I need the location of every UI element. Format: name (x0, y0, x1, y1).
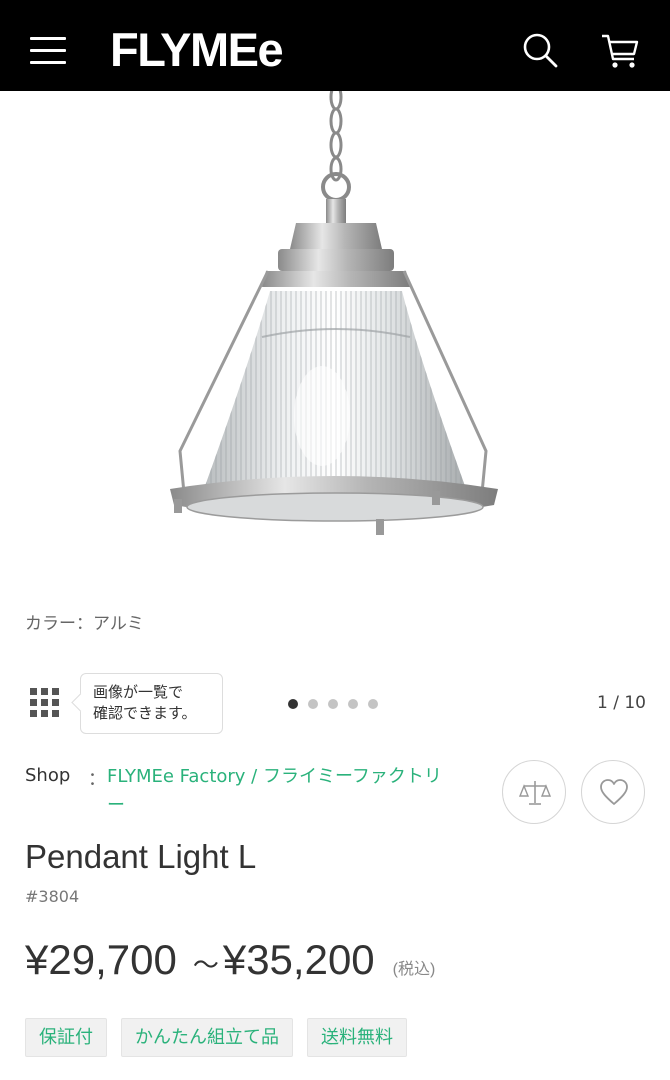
price-range-separator: ～ (192, 950, 219, 980)
shop-label: Shop (25, 765, 71, 786)
carousel-dot[interactable] (308, 699, 318, 709)
tooltip-line-2: 確認できます。 (93, 704, 197, 722)
shop-link[interactable]: FLYMEe Factory / フライミーファクトリー (107, 762, 452, 820)
gallery-tooltip: 画像が一覧で 確認できます。 (80, 673, 223, 734)
price-min: ¥29,700 (25, 936, 177, 983)
grid-view-icon[interactable] (30, 688, 60, 718)
tag-easy-assembly[interactable]: かんたん組立て品 (121, 1018, 293, 1057)
carousel-dot[interactable] (328, 699, 338, 709)
carousel-dots (288, 699, 378, 709)
tooltip-line-1: 画像が一覧で (93, 683, 184, 701)
site-logo[interactable]: FLYMEe (110, 22, 284, 78)
carousel-dot[interactable] (348, 699, 358, 709)
price-max: ¥35,200 (222, 936, 375, 983)
carousel-dot[interactable] (368, 699, 378, 709)
tag-warranty[interactable]: 保証付 (25, 1018, 107, 1057)
favorite-button[interactable] (581, 760, 645, 824)
color-label: カラー：アルミ (25, 614, 144, 634)
carousel-dot[interactable] (288, 699, 298, 709)
price-row: ¥29,700 ～ ¥35,200 (税込) (25, 936, 435, 984)
scale-icon (519, 781, 551, 805)
product-title: Pendant Light L (25, 838, 257, 875)
shop-separator: ： (88, 769, 106, 790)
feature-tags: 保証付 かんたん組立て品 送料無料 (25, 1018, 407, 1057)
image-page-counter: 1 / 10 (597, 693, 646, 713)
tag-free-shipping[interactable]: 送料無料 (307, 1018, 407, 1057)
search-icon[interactable] (520, 30, 560, 70)
tax-note: (税込) (392, 961, 436, 978)
top-header: FLYMEe (0, 0, 670, 91)
pendant-lamp-image[interactable] (0, 83, 670, 591)
hamburger-menu-icon[interactable] (30, 37, 66, 65)
heart-icon (600, 779, 628, 805)
cart-icon[interactable] (600, 30, 640, 70)
product-code: #3804 (25, 887, 80, 906)
compare-button[interactable] (502, 760, 566, 824)
